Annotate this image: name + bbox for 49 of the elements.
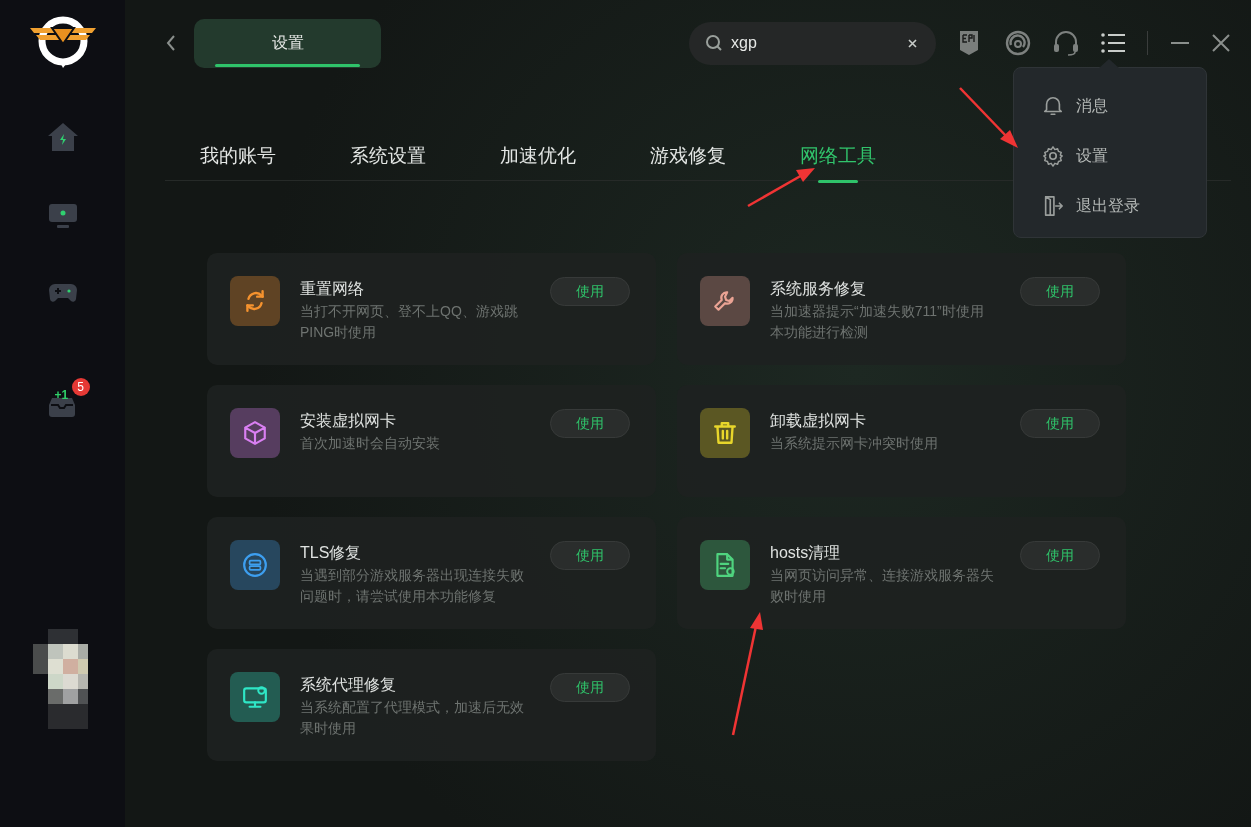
tool-title: TLS修复 <box>300 543 363 563</box>
tab[interactable]: 网络工具 <box>800 134 950 180</box>
menu-item[interactable]: 消息 <box>1014 81 1206 131</box>
menu-item[interactable]: 退出登录 <box>1014 181 1206 231</box>
use-button[interactable]: 使用 <box>550 409 630 438</box>
inbox-count: +1 <box>54 389 69 401</box>
back-icon[interactable] <box>165 34 177 52</box>
use-button[interactable]: 使用 <box>550 541 630 570</box>
tool-description: 当系统提示网卡冲突时使用 <box>770 434 939 453</box>
use-button[interactable]: 使用 <box>550 673 630 702</box>
tool-title: hosts清理 <box>770 543 842 563</box>
tool-title: 系统服务修复 <box>770 279 867 299</box>
search-icon <box>705 33 723 52</box>
tool-title: 重置网络 <box>300 279 365 299</box>
tool-description: 当遇到部分游戏服务器出现连接失败问题时，请尝试使用本功能修复 <box>300 566 524 606</box>
search-field[interactable]: xgp <box>689 21 936 65</box>
bell-icon <box>1042 95 1064 117</box>
shield-icon[interactable] <box>958 30 980 56</box>
monitor-icon[interactable] <box>47 202 78 230</box>
annotation-arrow <box>959 87 1018 148</box>
tool-description: 当系统配置了代理模式，加速后无效果时使用 <box>300 698 524 738</box>
tool-description: 当打不开网页、登不上QQ、游戏跳PING时使用 <box>300 302 519 342</box>
clear-icon[interactable] <box>908 38 917 48</box>
tool-title: 卸载虚拟网卡 <box>770 411 867 431</box>
tool-description: 当网页访问异常、连接游戏服务器失败时使用 <box>770 566 994 606</box>
gear-icon <box>1042 145 1064 167</box>
tab[interactable]: 加速优化 <box>500 134 650 180</box>
spiral-icon[interactable] <box>1005 30 1031 56</box>
exit-icon <box>1042 195 1064 217</box>
tab[interactable]: 系统设置 <box>350 134 500 180</box>
tool-title: 系统代理修复 <box>300 675 397 695</box>
home-icon[interactable] <box>46 122 79 152</box>
minimize-icon[interactable] <box>1170 41 1190 45</box>
tool-title: 安装虚拟网卡 <box>300 411 397 431</box>
tool-description: 首次加速时会自动安装 <box>300 434 441 453</box>
menu-item[interactable]: 设置 <box>1014 131 1206 181</box>
tab[interactable]: 游戏修复 <box>650 134 800 180</box>
use-button[interactable]: 使用 <box>550 277 630 306</box>
tab[interactable]: 我的账号 <box>200 134 350 180</box>
menu-icon[interactable] <box>1101 32 1125 54</box>
use-button[interactable]: 使用 <box>1020 541 1100 570</box>
tool-description: 当加速器提示“加速失败711”时使用本功能进行检测 <box>770 302 985 342</box>
use-button[interactable]: 使用 <box>1020 277 1100 306</box>
page-tab[interactable]: 设置 <box>194 18 381 68</box>
annotation-arrow <box>747 168 815 208</box>
close-icon[interactable] <box>1212 34 1230 52</box>
notification-badge: 5 <box>71 378 90 396</box>
headset-icon[interactable] <box>1053 30 1079 56</box>
use-button[interactable]: 使用 <box>1020 409 1100 438</box>
